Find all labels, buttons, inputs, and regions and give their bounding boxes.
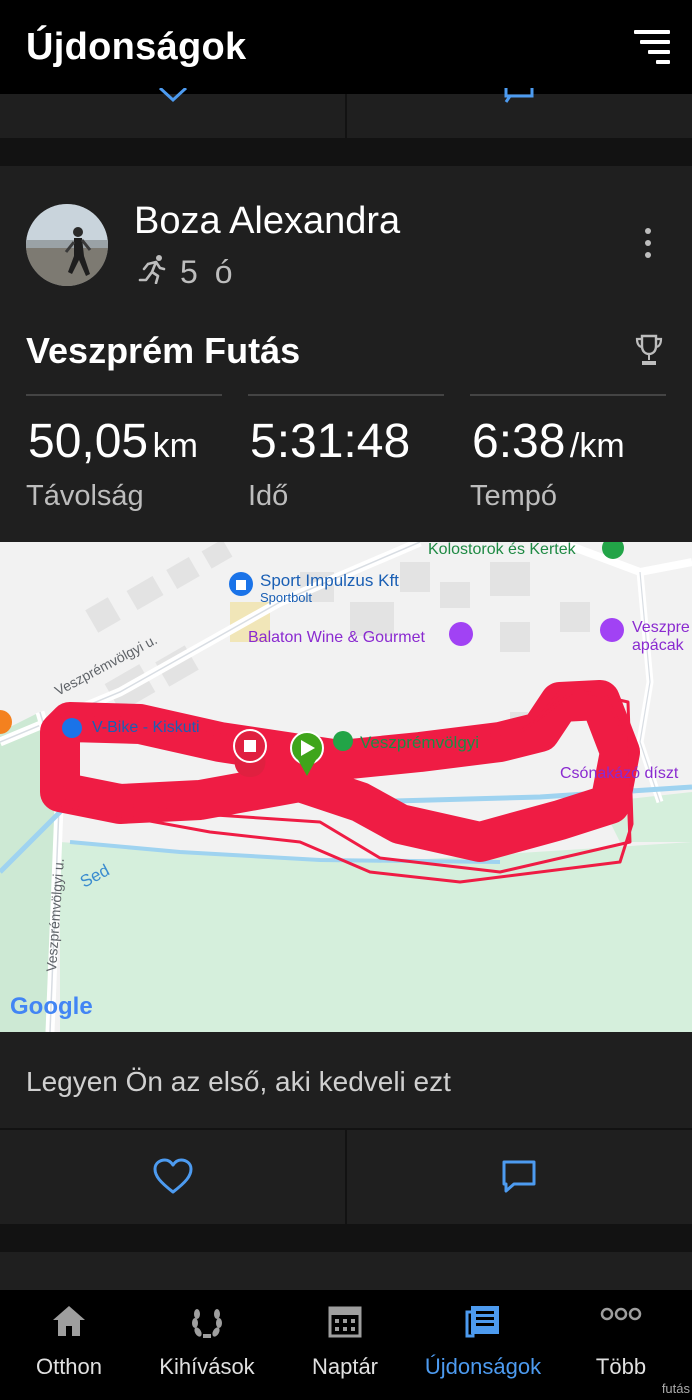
trophy-icon[interactable] [634, 334, 664, 366]
like-icon[interactable] [158, 88, 188, 104]
stat-distance: 50,05 km Távolság [26, 394, 222, 512]
stat-label: Idő [248, 480, 289, 512]
comment-icon[interactable] [504, 88, 534, 104]
map-label: apácak [632, 637, 685, 654]
bottom-nav: Otthon Kihívások Naptár Újdonságok Több … [0, 1290, 692, 1400]
stat-time: 5:31:48 Idő [248, 394, 444, 512]
finish-marker-icon [233, 729, 267, 777]
map-label: V-Bike - Kiskuti [92, 719, 200, 736]
nav-item-newsfeed[interactable]: Újdonságok [414, 1290, 552, 1400]
avatar[interactable] [26, 204, 108, 286]
stat-pace: 6:38 /km Tempó [470, 394, 666, 512]
nav-item-home[interactable]: Otthon [0, 1290, 138, 1400]
more-icon [600, 1307, 642, 1321]
map-label: Csónakázó díszt [560, 765, 679, 782]
stat-value: 5:31:48 [250, 415, 411, 468]
kebab-icon [645, 228, 651, 234]
map-label: Veszpre [632, 619, 690, 636]
laurel-icon [192, 1309, 222, 1338]
home-icon [53, 1306, 85, 1336]
map-label: Veszprémvölgyi [360, 733, 479, 752]
google-logo: Google [10, 993, 93, 1020]
comment-icon [502, 1160, 536, 1193]
filter-button[interactable] [634, 30, 670, 64]
running-icon [138, 255, 166, 284]
stat-unit: km [152, 427, 198, 465]
heart-icon [153, 1158, 193, 1194]
comment-button[interactable] [500, 1158, 538, 1196]
nav-item-calendar[interactable]: Naptár [276, 1290, 414, 1400]
user-name[interactable]: Boza Alexandra [134, 200, 400, 243]
calendar-icon [328, 1306, 362, 1338]
time-ago: 5 ó [180, 254, 237, 290]
stat-unit: /km [569, 427, 625, 465]
likes-text[interactable]: Legyen Ön az első, aki kedveli ezt [26, 1066, 451, 1098]
filter-icon [634, 30, 670, 34]
newsfeed-icon [465, 1306, 499, 1338]
watermark: futás [661, 1381, 690, 1396]
previous-card-actions [0, 88, 692, 138]
stat-value: 6:38 [472, 415, 566, 468]
stat-label: Távolság [26, 480, 144, 512]
like-button[interactable] [152, 1158, 194, 1196]
map-label: Balaton Wine & Gourmet [248, 629, 426, 646]
stat-label: Tempó [470, 480, 558, 512]
route-map[interactable]: Kolostorok és Kertek Sport Impulzus Kft … [0, 542, 692, 1032]
map-label: Sportbolt [260, 590, 312, 605]
stat-value: 50,05 [28, 415, 149, 468]
nav-item-challenges[interactable]: Kihívások [138, 1290, 276, 1400]
map-label: Kolostorok és Kertek [428, 542, 577, 558]
more-options-button[interactable] [636, 228, 660, 262]
page-title: Újdonságok [26, 25, 247, 68]
map-label: Sport Impulzus Kft [260, 571, 399, 590]
activity-card[interactable]: Boza Alexandra 5 ó Veszprém Futás 50,05 … [0, 166, 692, 1224]
app-header: Újdonságok [0, 0, 692, 94]
activity-title[interactable]: Veszprém Futás [26, 330, 300, 372]
